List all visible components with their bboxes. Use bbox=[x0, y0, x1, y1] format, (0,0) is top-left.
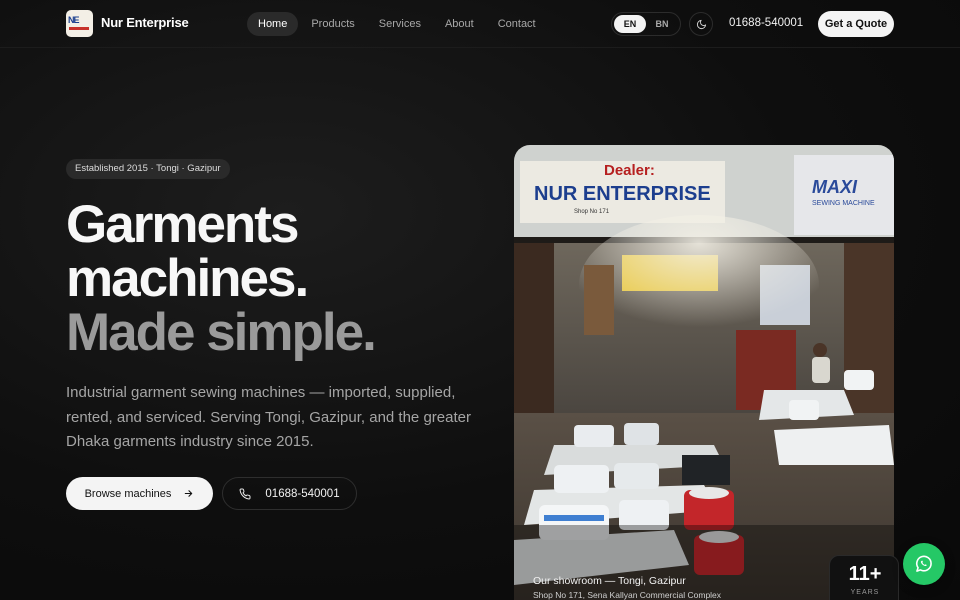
lang-en-button[interactable]: EN bbox=[614, 15, 646, 33]
hero-title-line-3: Made simple. bbox=[66, 303, 377, 362]
brand-logo[interactable]: NE bbox=[66, 10, 93, 37]
phone-icon bbox=[239, 487, 251, 499]
header-phone-link[interactable]: 01688-540001 bbox=[729, 17, 803, 29]
browse-machines-button[interactable]: Browse machines bbox=[66, 477, 213, 510]
browse-machines-label: Browse machines bbox=[84, 487, 172, 500]
lang-bn-button[interactable]: BN bbox=[646, 15, 678, 33]
logo-bar bbox=[69, 27, 89, 30]
logo-mark: NE bbox=[68, 15, 79, 25]
hero-title: Garments machines. Made simple. bbox=[66, 195, 377, 362]
nav-about[interactable]: About bbox=[434, 12, 485, 36]
showroom-caption-address: Shop No 171, Sena Kallyan Commercial Com… bbox=[533, 590, 722, 600]
sign-brand-sub-text: SEWING MACHINE bbox=[812, 200, 875, 207]
hero-title-line-2: machines. bbox=[66, 249, 309, 308]
call-button[interactable]: 01688-540001 bbox=[222, 477, 357, 510]
years-label: YEARS bbox=[850, 589, 880, 596]
theme-toggle-button[interactable] bbox=[689, 12, 713, 36]
top-navigation: NE Nur Enterprise Home Products Services… bbox=[0, 0, 960, 48]
years-badge: 11+ YEARS bbox=[829, 555, 899, 600]
hero-title-line-1: Garments bbox=[66, 195, 299, 254]
moon-icon bbox=[696, 19, 706, 29]
established-badge: Established 2015 · Tongi · Gazipur bbox=[66, 159, 230, 179]
hero-subtitle: Industrial garment sewing machines — imp… bbox=[66, 384, 471, 450]
sign-shop-text: Shop No 171 bbox=[574, 209, 610, 215]
whatsapp-icon bbox=[915, 555, 932, 572]
sign-brand-text: MAXI bbox=[812, 177, 858, 197]
showroom-illustration: Dealer: NUR ENTERPRISE Shop No 171 MAXI … bbox=[514, 145, 894, 600]
years-value: 11+ bbox=[848, 563, 882, 585]
arrow-right-icon bbox=[185, 490, 193, 497]
sign-name-text: NUR ENTERPRISE bbox=[534, 183, 711, 205]
call-button-label: 01688-540001 bbox=[265, 487, 340, 500]
main-menu: Home Products Services About Contact bbox=[247, 12, 549, 36]
nav-services[interactable]: Services bbox=[368, 12, 432, 36]
language-toggle: EN BN bbox=[611, 12, 681, 36]
showroom-photo: Dealer: NUR ENTERPRISE Shop No 171 MAXI … bbox=[514, 145, 894, 600]
get-quote-button[interactable]: Get a Quote bbox=[818, 11, 894, 37]
brand-name[interactable]: Nur Enterprise bbox=[101, 15, 189, 30]
nav-home[interactable]: Home bbox=[247, 12, 299, 36]
nav-contact[interactable]: Contact bbox=[487, 12, 547, 36]
nav-products[interactable]: Products bbox=[300, 12, 365, 36]
whatsapp-button[interactable] bbox=[903, 543, 945, 585]
showroom-caption-title: Our showroom — Tongi, Gazipur bbox=[533, 575, 686, 587]
sign-dealer-text: Dealer: bbox=[604, 162, 655, 179]
